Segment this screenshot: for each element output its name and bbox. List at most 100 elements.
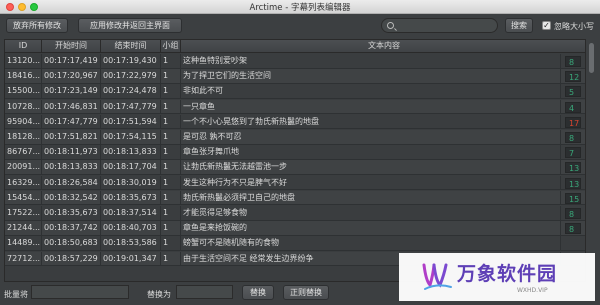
regex-replace-button[interactable]: 正则替换 [283, 285, 329, 300]
cell-id[interactable]: 95904... [5, 114, 42, 129]
table-row[interactable]: 86767... 00:18:11,973 00:18:13,833 1 章鱼张牙舞爪地… [5, 145, 585, 160]
scrollbar-thumb[interactable] [589, 43, 594, 73]
cell-id[interactable]: 14489... [5, 236, 42, 251]
cell-text[interactable]: 让勃氏新热鬣无法越雷池一步 [181, 160, 561, 175]
cell-group[interactable]: 1 [161, 54, 181, 68]
cell-group[interactable]: 1 [161, 175, 181, 190]
cell-group[interactable]: 1 [161, 251, 181, 266]
cell-id[interactable]: 10728... [5, 99, 42, 114]
cell-end-time[interactable]: 00:18:13,833 [101, 145, 161, 160]
table-row[interactable]: 20091... 00:18:13,833 00:18:17,704 1 让勃氏新热鬣无… [5, 160, 585, 176]
find-text-input[interactable] [31, 285, 129, 299]
batch-replace-label: 批量将 [4, 290, 28, 299]
cell-id[interactable]: 15500... [5, 84, 42, 99]
column-header-end-time[interactable]: 结束时间 [101, 40, 161, 53]
cell-end-time[interactable]: 00:17:51,594 [101, 114, 161, 129]
cell-group[interactable]: 1 [161, 69, 181, 84]
cell-end-time[interactable]: 00:18:37,514 [101, 206, 161, 220]
cell-id[interactable]: 72712... [5, 251, 42, 266]
table-row[interactable]: 10728... 00:17:46,831 00:17:47,779 1 一只章鱼 4 [5, 99, 585, 115]
column-header-id[interactable]: ID [5, 40, 42, 53]
table-row[interactable]: 21244... 00:18:37,742 00:18:40,703 1 章鱼是来抢饭碗… [5, 221, 585, 236]
cell-group[interactable]: 1 [161, 130, 181, 144]
cell-group[interactable]: 1 [161, 206, 181, 220]
cell-start-time[interactable]: 00:18:13,833 [42, 160, 101, 175]
cell-end-time[interactable]: 00:18:35,673 [101, 190, 161, 205]
cell-start-time[interactable]: 00:18:32,542 [42, 190, 101, 205]
cell-id[interactable]: 21244... [5, 221, 42, 236]
cell-text[interactable]: 章鱼是来抢饭碗的 [181, 221, 561, 236]
cell-group[interactable]: 1 [161, 99, 181, 114]
cell-end-time[interactable]: 00:19:01,347 [101, 251, 161, 266]
discard-changes-button[interactable]: 放弃所有修改 [6, 18, 68, 33]
cell-id[interactable]: 18128... [5, 130, 42, 144]
cell-end-time[interactable]: 00:17:22,979 [101, 69, 161, 84]
table-row[interactable]: 13120... 00:17:17,419 00:17:19,430 1 这种鱼特别爱吵… [5, 54, 585, 69]
char-count-badge: 8 [565, 223, 581, 235]
replace-button[interactable]: 替换 [242, 285, 274, 300]
cell-text[interactable]: 一只章鱼 [181, 99, 561, 114]
replace-text-input[interactable] [176, 285, 233, 299]
cell-id[interactable]: 13120... [5, 54, 42, 68]
cell-id[interactable]: 16329... [5, 175, 42, 190]
cell-start-time[interactable]: 00:17:23,149 [42, 84, 101, 99]
ignore-case-checkbox[interactable]: ✓ [542, 21, 551, 30]
cell-text[interactable]: 为了捍卫它们的生活空间 [181, 69, 561, 84]
table-row[interactable]: 14489... 00:18:50,683 00:18:53,586 1 螃蟹可不是随机… [5, 236, 585, 252]
cell-start-time[interactable]: 00:18:26,584 [42, 175, 101, 190]
cell-end-time[interactable]: 00:18:30,019 [101, 175, 161, 190]
cell-text[interactable]: 是可忍 孰不可忍 [181, 130, 561, 144]
cell-text[interactable]: 章鱼张牙舞爪地 [181, 145, 561, 160]
cell-end-time[interactable]: 00:17:19,430 [101, 54, 161, 68]
cell-start-time[interactable]: 00:18:37,742 [42, 221, 101, 236]
cell-text[interactable]: 才能觅得足够食物 [181, 206, 561, 220]
cell-group[interactable]: 1 [161, 190, 181, 205]
cell-text[interactable]: 非如此不可 [181, 84, 561, 99]
cell-end-time[interactable]: 00:18:53,586 [101, 236, 161, 251]
search-button[interactable]: 搜索 [505, 18, 533, 33]
cell-group[interactable]: 1 [161, 236, 181, 251]
table-row[interactable]: 18416... 00:17:20,967 00:17:22,979 1 为了捍卫它们的… [5, 69, 585, 84]
cell-text[interactable]: 发生这种行为不只是脾气不好 [181, 175, 561, 190]
cell-id[interactable]: 18416... [5, 69, 42, 84]
table-row[interactable]: 15454... 00:18:32,542 00:18:35,673 1 勃氏新热鬣必须… [5, 190, 585, 206]
cell-id[interactable]: 15454... [5, 190, 42, 205]
cell-group[interactable]: 1 [161, 84, 181, 99]
cell-start-time[interactable]: 00:17:47,779 [42, 114, 101, 129]
column-header-group[interactable]: 小组 [161, 40, 181, 53]
cell-start-time[interactable]: 00:17:20,967 [42, 69, 101, 84]
cell-start-time[interactable]: 00:18:11,973 [42, 145, 101, 160]
cell-id[interactable]: 17522... [5, 206, 42, 220]
table-row[interactable]: 17522... 00:18:35,673 00:18:37,514 1 才能觅得足够食… [5, 206, 585, 221]
cell-end-time[interactable]: 00:17:24,478 [101, 84, 161, 99]
search-input[interactable] [381, 18, 498, 33]
cell-id[interactable]: 20091... [5, 160, 42, 175]
apply-and-return-button[interactable]: 应用修改并返回主界面 [78, 18, 182, 33]
column-header-text[interactable]: 文本内容 [181, 40, 585, 53]
cell-group[interactable]: 1 [161, 114, 181, 129]
cell-start-time[interactable]: 00:17:46,831 [42, 99, 101, 114]
cell-text[interactable]: 这种鱼特别爱吵架 [181, 54, 561, 68]
cell-group[interactable]: 1 [161, 145, 181, 160]
table-row[interactable]: 95904... 00:17:47,779 00:17:51,594 1 一个不小心晃悠… [5, 114, 585, 130]
table-row[interactable]: 16329... 00:18:26,584 00:18:30,019 1 发生这种行为不… [5, 175, 585, 191]
cell-id[interactable]: 86767... [5, 145, 42, 160]
column-header-start-time[interactable]: 开始时间 [42, 40, 101, 53]
cell-start-time[interactable]: 00:18:57,229 [42, 251, 101, 266]
cell-text[interactable]: 一个不小心晃悠到了勃氏新热鬣的地盘 [181, 114, 561, 129]
cell-start-time[interactable]: 00:17:51,821 [42, 130, 101, 144]
cell-text[interactable]: 勃氏新热鬣必须捍卫自己的地盘 [181, 190, 561, 205]
cell-text[interactable]: 螃蟹可不是随机随有的食物 [181, 236, 561, 251]
cell-start-time[interactable]: 00:18:50,683 [42, 236, 101, 251]
cell-start-time[interactable]: 00:18:35,673 [42, 206, 101, 220]
cell-end-time[interactable]: 00:17:54,115 [101, 130, 161, 144]
cell-end-time[interactable]: 00:18:40,703 [101, 221, 161, 236]
cell-start-time[interactable]: 00:17:17,419 [42, 54, 101, 68]
cell-end-time[interactable]: 00:18:17,704 [101, 160, 161, 175]
cell-end-time[interactable]: 00:17:47,779 [101, 99, 161, 114]
cell-group[interactable]: 1 [161, 221, 181, 236]
table-scrollbar[interactable] [587, 39, 596, 282]
table-row[interactable]: 15500... 00:17:23,149 00:17:24,478 1 非如此不可 5 [5, 84, 585, 100]
cell-group[interactable]: 1 [161, 160, 181, 175]
table-row[interactable]: 18128... 00:17:51,821 00:17:54,115 1 是可忍 孰不可… [5, 130, 585, 145]
